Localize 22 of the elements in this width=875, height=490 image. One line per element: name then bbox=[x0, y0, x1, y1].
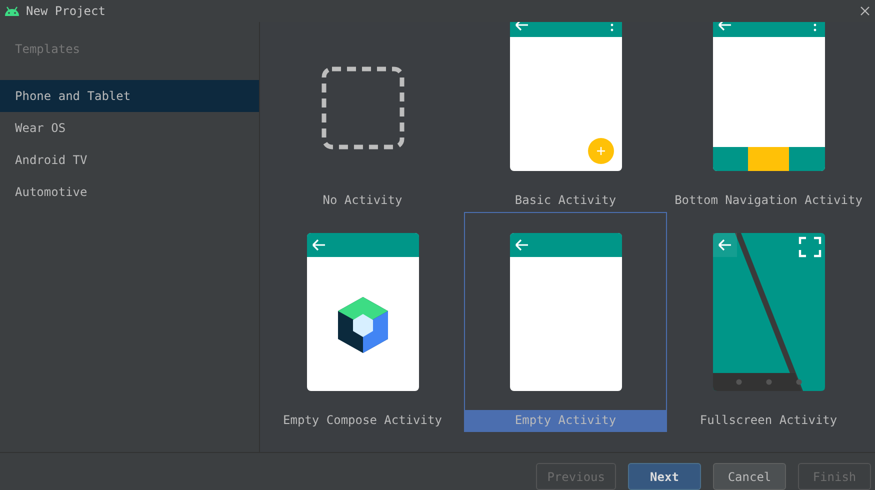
template-label: No Activity bbox=[322, 192, 404, 209]
template-label: Empty Activity bbox=[465, 410, 666, 431]
dashed-square-icon bbox=[320, 66, 404, 150]
template-label: Fullscreen Activity bbox=[698, 412, 838, 429]
sidebar-item[interactable]: Wear OS bbox=[0, 112, 259, 144]
template-tile[interactable]: Basic Activity bbox=[464, 22, 667, 212]
window-title: New Project bbox=[26, 4, 106, 18]
template-tile[interactable]: Fullscreen Activity bbox=[667, 212, 870, 432]
close-icon[interactable] bbox=[860, 6, 870, 16]
template-label: Empty Compose Activity bbox=[282, 412, 443, 429]
template-label: Basic Activity bbox=[514, 192, 618, 209]
dialog-button[interactable]: Next bbox=[628, 463, 701, 490]
sidebar-heading: Templates bbox=[14, 42, 82, 58]
sidebar-item[interactable]: Phone and Tablet bbox=[0, 80, 259, 112]
template-tile[interactable]: No Activity bbox=[261, 22, 464, 212]
dialog-button[interactable]: Cancel bbox=[713, 463, 786, 490]
sidebar-item[interactable]: Automotive bbox=[0, 176, 259, 208]
sidebar-item[interactable]: Android TV bbox=[0, 144, 259, 176]
android-logo-icon bbox=[4, 6, 20, 16]
template-tile[interactable]: Empty Compose Activity bbox=[261, 212, 464, 432]
template-tile[interactable]: Bottom Navigation Activity bbox=[667, 22, 870, 212]
template-label: Bottom Navigation Activity bbox=[674, 192, 864, 209]
